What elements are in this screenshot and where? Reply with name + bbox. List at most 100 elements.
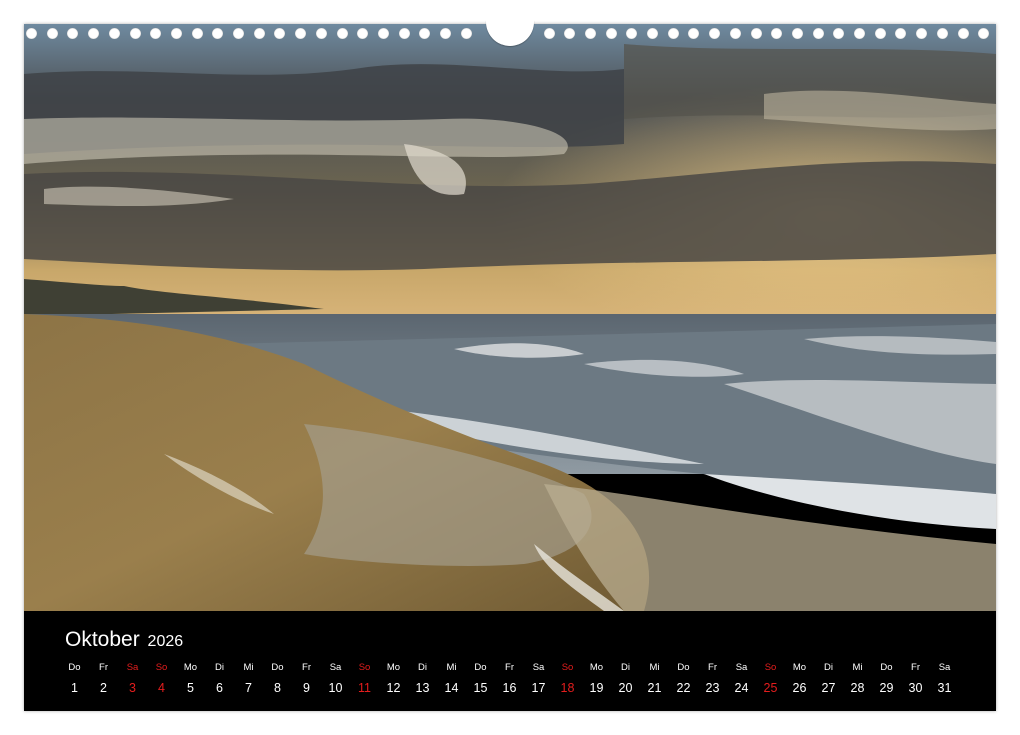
weekday-label: Do bbox=[880, 662, 893, 673]
calendar-page: Oktober 2026 Do 1 Fr 2 Sa 3 So 4 Mo 5 Di 6 Mi 7 Do 8 Fr 9… bbox=[24, 24, 996, 711]
day-cell: Fr 2 bbox=[89, 661, 118, 695]
weekday-label: So bbox=[764, 662, 777, 673]
calendar-band: Oktober 2026 Do 1 Fr 2 Sa 3 So 4 Mo 5 Di 6 Mi 7 Do 8 Fr 9… bbox=[24, 611, 996, 711]
day-number: 21 bbox=[647, 681, 662, 695]
weekday-label: Do bbox=[271, 662, 284, 673]
binding-hole bbox=[129, 28, 141, 39]
day-cell: Mo 5 bbox=[176, 661, 205, 695]
day-cell: Do 29 bbox=[872, 661, 901, 695]
day-cell: Fr 9 bbox=[292, 661, 321, 695]
binding-hole bbox=[357, 28, 369, 39]
day-cell: Fr 16 bbox=[495, 661, 524, 695]
weekday-label: Di bbox=[824, 662, 833, 673]
binding-hole bbox=[854, 28, 865, 39]
day-cell: Sa 17 bbox=[524, 661, 553, 695]
binding-hole bbox=[605, 28, 617, 39]
day-number: 30 bbox=[908, 681, 923, 695]
binding-hole bbox=[688, 28, 700, 39]
day-cell: Do 1 bbox=[60, 661, 89, 695]
binding-hole bbox=[108, 28, 120, 39]
weekday-label: Sa bbox=[735, 662, 748, 673]
weekday-label: Mo bbox=[792, 662, 807, 673]
day-cell: Sa 24 bbox=[727, 661, 756, 695]
day-number: 23 bbox=[705, 681, 720, 695]
day-number: 15 bbox=[473, 681, 488, 695]
binding-hole bbox=[46, 28, 58, 39]
day-number: 29 bbox=[879, 681, 894, 695]
weekday-label: Fr bbox=[708, 662, 717, 673]
day-cell: Mo 12 bbox=[379, 661, 408, 695]
day-number: 28 bbox=[850, 681, 865, 695]
weekday-label: Fr bbox=[505, 662, 514, 673]
binding-hole bbox=[874, 28, 886, 39]
day-cell: Sa 31 bbox=[930, 661, 959, 695]
binding-hole bbox=[377, 28, 389, 39]
day-number: 16 bbox=[502, 681, 517, 695]
month-title: Oktober 2026 bbox=[65, 628, 183, 652]
weekday-label: So bbox=[155, 662, 168, 673]
binding-hole bbox=[812, 28, 824, 39]
weekday-label: Di bbox=[215, 662, 224, 673]
binding-hole bbox=[895, 28, 907, 39]
weekday-label: Fr bbox=[99, 662, 108, 673]
day-number: 14 bbox=[444, 681, 459, 695]
day-number: 17 bbox=[531, 681, 546, 695]
day-cell: Do 22 bbox=[669, 661, 698, 695]
binding-hole bbox=[398, 28, 410, 39]
day-cell: So 4 bbox=[147, 661, 176, 695]
binding-hole bbox=[957, 28, 969, 39]
weekday-label: Do bbox=[677, 662, 690, 673]
day-cell: Fr 23 bbox=[698, 661, 727, 695]
day-cell: Di 6 bbox=[205, 661, 234, 695]
day-number: 7 bbox=[245, 681, 252, 695]
binding-hole bbox=[460, 28, 472, 39]
weekday-label: Sa bbox=[532, 662, 545, 673]
weekday-label: So bbox=[358, 662, 371, 673]
binding-hole bbox=[978, 28, 990, 39]
weekday-label: Di bbox=[418, 662, 427, 673]
day-cell: Di 13 bbox=[408, 661, 437, 695]
binding-hole bbox=[626, 28, 638, 39]
binding-hole bbox=[88, 28, 100, 39]
binding-hole bbox=[170, 28, 182, 39]
binding-hole bbox=[709, 28, 721, 39]
day-cell: Do 8 bbox=[263, 661, 292, 695]
weekday-label: Mi bbox=[243, 662, 254, 673]
day-row: Do 1 Fr 2 Sa 3 So 4 Mo 5 Di 6 Mi 7 Do 8 Fr 9 Sa 10 So 11 Mo 12 D… bbox=[60, 661, 959, 695]
binding-hole bbox=[916, 28, 928, 39]
day-cell: Mi 21 bbox=[640, 661, 669, 695]
binding-hole bbox=[419, 28, 431, 39]
weekday-label: Do bbox=[68, 662, 81, 673]
binding-hole bbox=[791, 28, 803, 39]
day-number: 18 bbox=[560, 681, 575, 695]
weekday-label: Mo bbox=[183, 662, 198, 673]
weekday-label: Fr bbox=[302, 662, 311, 673]
weekday-label: Mi bbox=[852, 662, 863, 673]
binding-hole bbox=[440, 28, 451, 39]
beach-photo bbox=[24, 24, 996, 611]
day-number: 12 bbox=[386, 681, 401, 695]
weekday-label: Sa bbox=[126, 662, 139, 673]
month-name: Oktober bbox=[65, 628, 140, 651]
binding-hole bbox=[191, 28, 203, 39]
day-cell: Mi 28 bbox=[843, 661, 872, 695]
binding-hole bbox=[212, 28, 224, 39]
day-cell: Di 27 bbox=[814, 661, 843, 695]
day-number: 3 bbox=[129, 681, 136, 695]
binding-hole bbox=[833, 28, 845, 39]
day-number: 26 bbox=[792, 681, 807, 695]
day-cell: Di 20 bbox=[611, 661, 640, 695]
day-cell: Sa 3 bbox=[118, 661, 147, 695]
day-number: 6 bbox=[216, 681, 223, 695]
binding-hole bbox=[274, 28, 286, 39]
binding-hole bbox=[150, 28, 162, 39]
day-cell: So 11 bbox=[350, 661, 379, 695]
day-number: 24 bbox=[734, 681, 749, 695]
binding-hole bbox=[729, 28, 741, 39]
day-number: 27 bbox=[821, 681, 836, 695]
day-number: 13 bbox=[415, 681, 430, 695]
binding-hole bbox=[564, 28, 576, 39]
binding-hole bbox=[253, 28, 265, 39]
day-number: 1 bbox=[71, 681, 78, 695]
day-cell: Sa 10 bbox=[321, 661, 350, 695]
